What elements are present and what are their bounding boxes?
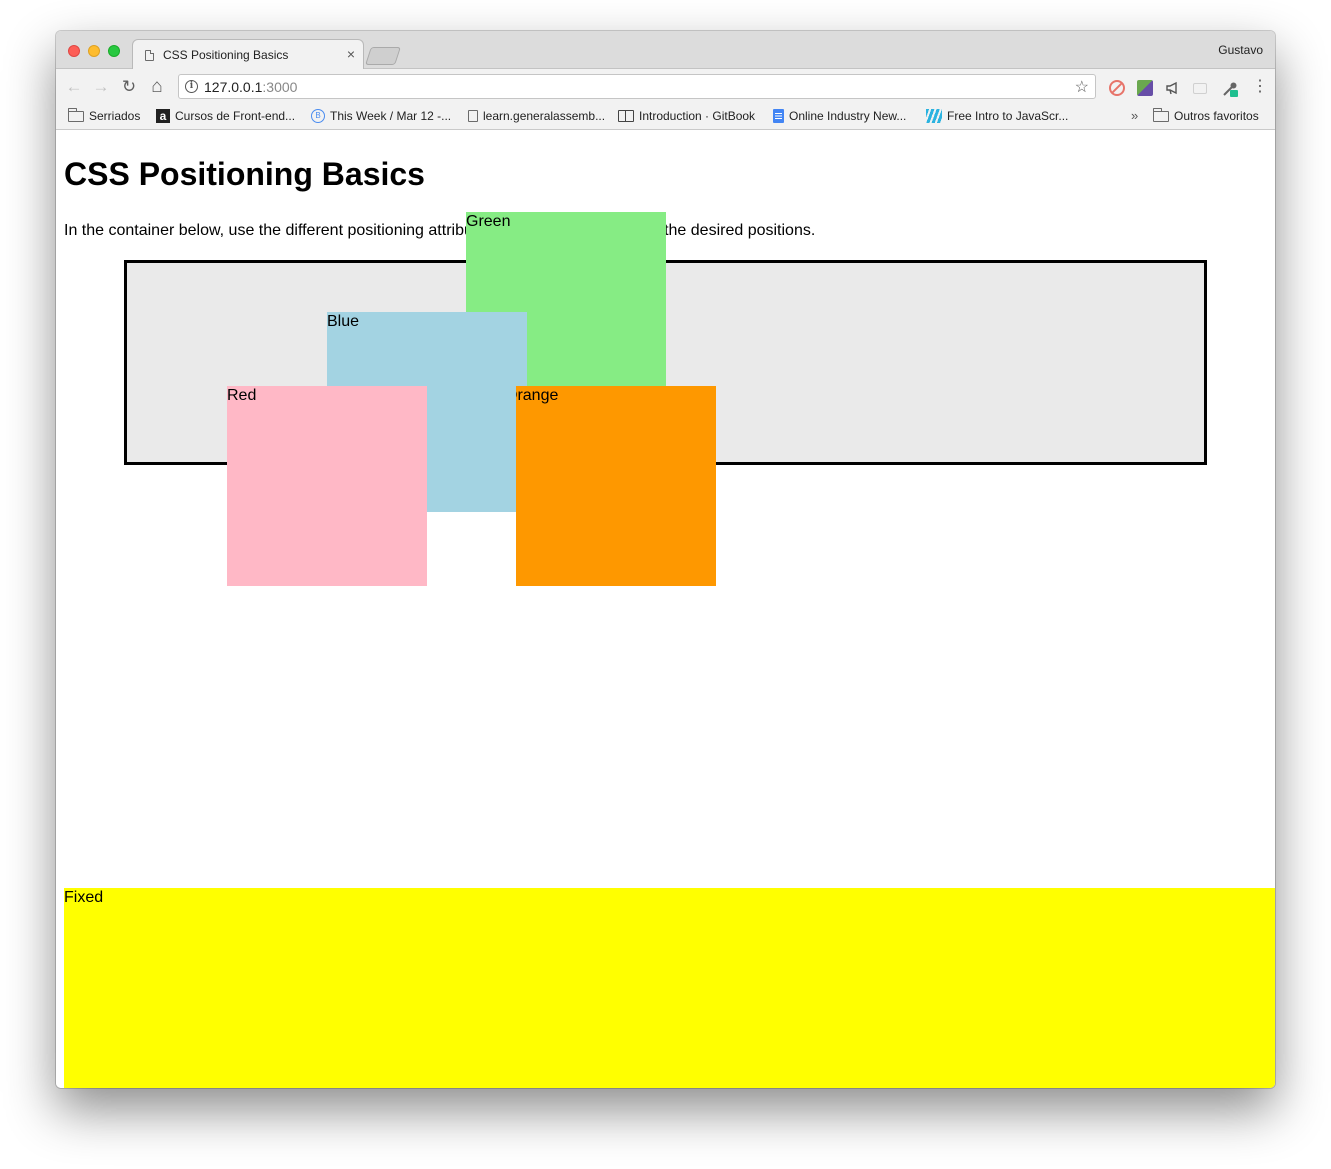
orange-box: Orange [516, 386, 716, 586]
chevron-overflow-icon[interactable]: » [1131, 108, 1138, 123]
document-icon [468, 110, 478, 122]
bookmark-label: Introduction · GitBook [639, 109, 756, 123]
page-content: CSS Positioning Basics In the container … [56, 130, 1275, 1088]
bookmark-label: Serriados [89, 109, 141, 123]
reload-icon[interactable]: ↻ [119, 77, 139, 97]
url-port: :3000 [262, 79, 298, 95]
b-icon: B [311, 109, 325, 123]
book-icon [618, 110, 634, 122]
menu-icon[interactable]: ⋮ [1252, 77, 1268, 97]
url-text[interactable]: 127.0.0.1:3000 [204, 79, 297, 95]
title-bar: CSS Positioning Basics × Gustavo [56, 31, 1275, 70]
blocked-icon[interactable] [1109, 80, 1125, 96]
bookmarks-bar: Serriados a Cursos de Front-end... B Thi… [56, 105, 1275, 130]
bookmark-cursos[interactable]: a Cursos de Front-end... [156, 109, 295, 123]
bookmark-other-favorites[interactable]: Outros favoritos [1153, 108, 1259, 123]
bookmark-gitbook[interactable]: Introduction · GitBook [618, 109, 755, 123]
tab-title: CSS Positioning Basics [163, 48, 289, 62]
new-tab-button[interactable] [365, 47, 401, 65]
folder-icon [68, 108, 84, 122]
toolbar: ← → ↻ ⌂ i 127.0.0.1:3000 ☆ ⋮ [56, 69, 1275, 105]
bookmark-free-intro[interactable]: Free Intro to JavaScr... [926, 109, 1068, 123]
maximize-window-button[interactable] [108, 45, 120, 57]
bookmark-label: This Week / Mar 12 -... [330, 109, 452, 123]
url-host: 127.0.0.1 [204, 79, 263, 95]
page-icon [145, 49, 154, 61]
bookmark-label: Free Intro to JavaScr... [947, 109, 1069, 123]
fixed-box: Fixed [64, 888, 1275, 1088]
tab-close-icon[interactable]: × [347, 46, 355, 62]
blank-icon[interactable] [1193, 83, 1207, 94]
a-icon: a [156, 109, 170, 123]
google-doc-icon [773, 109, 784, 123]
info-icon[interactable]: i [185, 80, 198, 93]
forward-icon[interactable]: → [91, 77, 111, 97]
minimize-window-button[interactable] [88, 45, 100, 57]
profile-name[interactable]: Gustavo [1218, 43, 1263, 57]
stripes-icon [926, 109, 942, 123]
intro-text: In the container below, use the differen… [64, 222, 816, 239]
red-box: Red [227, 386, 427, 586]
eyedropper-icon[interactable] [1221, 80, 1238, 97]
page-title: CSS Positioning Basics [64, 156, 425, 192]
colorful-square-icon[interactable] [1137, 80, 1153, 96]
megaphone-icon[interactable] [1165, 80, 1181, 96]
bookmark-label: learn.generalassemb... [483, 109, 606, 123]
bookmark-label: Outros favoritos [1174, 109, 1259, 123]
bookmark-online-industry[interactable]: Online Industry New... [773, 109, 906, 123]
browser-window: CSS Positioning Basics × Gustavo ← → ↻ ⌂… [56, 31, 1275, 1088]
bookmark-serriados[interactable]: Serriados [68, 108, 141, 123]
home-icon[interactable]: ⌂ [147, 77, 167, 97]
bookmark-star-icon[interactable]: ☆ [1075, 77, 1089, 97]
bookmark-label: Online Industry New... [789, 109, 907, 123]
bookmark-label: Cursos de Front-end... [175, 109, 296, 123]
address-bar[interactable]: i 127.0.0.1:3000 ☆ [178, 74, 1096, 99]
bookmark-learn-ga[interactable]: learn.generalassemb... [468, 109, 605, 123]
close-window-button[interactable] [68, 45, 80, 57]
folder-icon [1153, 108, 1169, 122]
back-icon[interactable]: ← [64, 77, 84, 97]
bookmark-this-week[interactable]: B This Week / Mar 12 -... [311, 109, 451, 123]
tab-active[interactable]: CSS Positioning Basics × [132, 39, 364, 70]
